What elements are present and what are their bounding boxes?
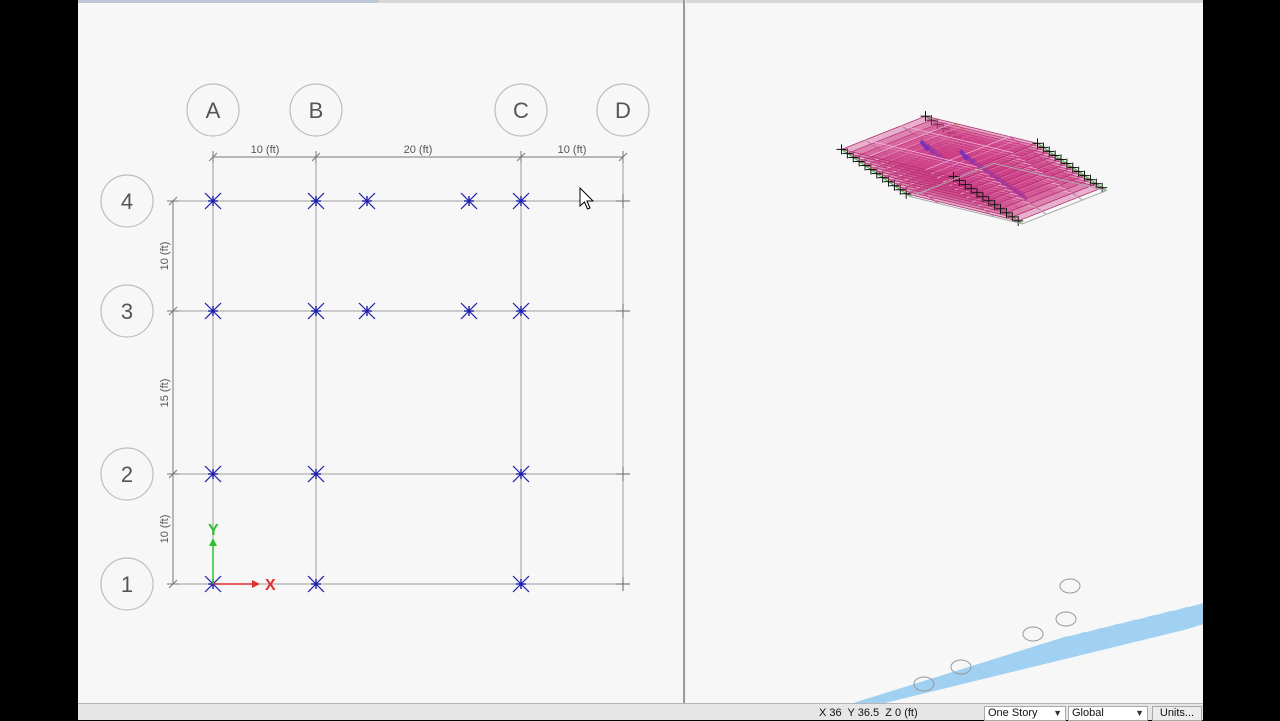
grid-bubble-3d — [1059, 578, 1081, 594]
axis-y-label: Y — [208, 522, 219, 539]
mouse-cursor-icon — [579, 186, 595, 210]
plan-view-pane[interactable]: A B C D 4 3 2 1 10 (ft) 20 (ft) 10 (ft) … — [78, 0, 685, 703]
chevron-down-icon: ▼ — [1135, 708, 1144, 718]
column-markers[interactable] — [204, 192, 530, 593]
grid-bubble-c[interactable]: C — [494, 83, 548, 137]
dimension-label: 10 (ft) — [558, 144, 587, 156]
story-selector-value: One Story — [988, 707, 1038, 719]
dimension-label: 10 (ft) — [251, 144, 280, 156]
etabs-window: A B C D 4 3 2 1 10 (ft) 20 (ft) 10 (ft) … — [78, 0, 1203, 721]
plan-view-title-bar[interactable] — [78, 0, 683, 3]
3d-model-canvas[interactable] — [686, 0, 1203, 703]
axis-triad: X Y — [208, 522, 276, 594]
cursor-coordinates: X 36 Y 36.5 Z 0 (ft) — [819, 707, 918, 719]
plan-view-active-tab[interactable] — [78, 0, 378, 3]
grid-bubble-b[interactable]: B — [289, 83, 343, 137]
grid-bubble-label: 2 — [121, 462, 133, 487]
base-grid-line — [883, 615, 1203, 695]
building-model[interactable] — [836, 111, 1109, 226]
base-grid-line — [899, 614, 1203, 690]
base-grid-line — [860, 627, 1102, 703]
dimension-label: 20 (ft) — [404, 144, 433, 156]
grid-bubble-a[interactable]: A — [186, 83, 240, 137]
axis-x-label: X — [265, 577, 276, 594]
dimension-label: 15 (ft) — [159, 379, 171, 408]
grid-bubble-3[interactable]: 3 — [100, 284, 154, 338]
grid-bubble-label: B — [309, 98, 324, 123]
status-bar: X 36 Y 36.5 Z 0 (ft) One Story ▼ Global … — [78, 703, 1203, 721]
dimension-lines — [167, 151, 628, 589]
plan-canvas[interactable]: A B C D 4 3 2 1 10 (ft) 20 (ft) 10 (ft) … — [78, 0, 683, 703]
grid-bubble-d[interactable]: D — [596, 83, 650, 137]
3d-view-pane[interactable] — [686, 0, 1203, 703]
grid-bubble-1[interactable]: 1 — [100, 557, 154, 611]
coordinate-system-value: Global — [1072, 707, 1104, 719]
grid-bubble-4[interactable]: 4 — [100, 174, 154, 228]
grid-bubble-3d — [1055, 611, 1077, 627]
story-selector[interactable]: One Story ▼ — [984, 706, 1066, 721]
grid-bubble-label: 1 — [121, 572, 133, 597]
grid-bubble-label: C — [513, 98, 529, 123]
grid-bubble-2[interactable]: 2 — [100, 447, 154, 501]
coordinate-system-selector[interactable]: Global ▼ — [1068, 706, 1148, 721]
base-grid — [853, 603, 1203, 703]
units-button[interactable]: Units... — [1152, 706, 1202, 721]
base-grid-line — [857, 631, 1085, 703]
grid-bubble-label: D — [615, 98, 631, 123]
chevron-down-icon: ▼ — [1053, 708, 1062, 718]
grid-bubble-label: A — [206, 98, 221, 123]
grid-bubble-3d — [1022, 626, 1044, 642]
3d-view-title-bar[interactable] — [686, 0, 1203, 3]
grid-bubble-label: 3 — [121, 299, 133, 324]
dimension-label: 10 (ft) — [159, 242, 171, 271]
dimension-label: 10 (ft) — [159, 515, 171, 544]
grid-bubble-label: 4 — [121, 189, 133, 214]
grid-lines — [170, 161, 630, 591]
